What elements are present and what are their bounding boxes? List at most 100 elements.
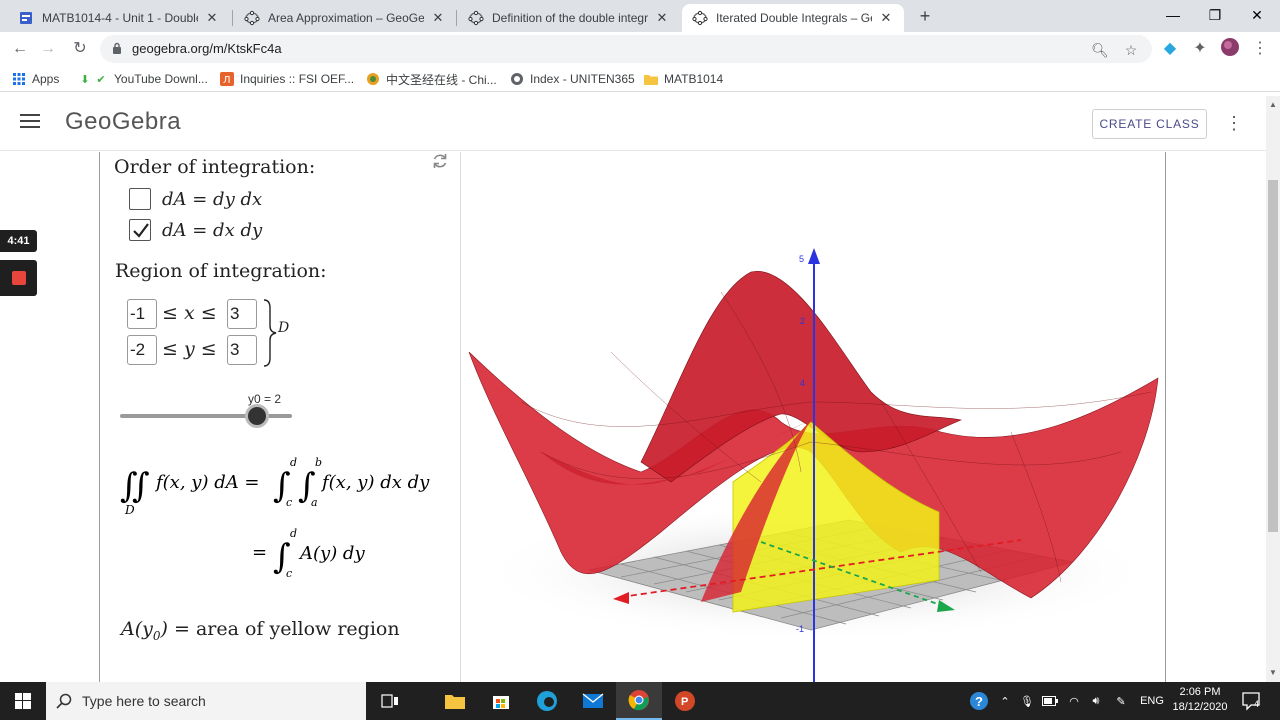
- profile-avatar[interactable]: [1218, 37, 1242, 61]
- tab-title: Iterated Double Integrals – GeoG: [716, 11, 872, 25]
- browser-toolbar: ← → ↻ geogebra.org/m/KtskFc4a 🔍︎ ☆ ◆ ✦ ⋮: [0, 32, 1280, 66]
- z-tick: 4: [800, 378, 805, 388]
- tab-area-approximation[interactable]: Area Approximation – GeoGebra ✕: [234, 4, 456, 32]
- svg-text:?: ?: [975, 694, 983, 709]
- new-tab-button[interactable]: +: [914, 6, 936, 28]
- tab-title: Area Approximation – GeoGebra: [268, 11, 424, 25]
- lock-icon: [113, 42, 121, 54]
- clock-date: 18/12/2020: [1172, 701, 1228, 713]
- create-class-button[interactable]: CREATE CLASS: [1092, 109, 1207, 139]
- store-icon[interactable]: [478, 682, 524, 720]
- checkbox-dydx[interactable]: [129, 188, 151, 210]
- bookmark-chinese-bible[interactable]: 中文圣经在线 - Chi...: [366, 70, 497, 88]
- pen-icon[interactable]: ✎: [1110, 682, 1132, 720]
- help-icon[interactable]: ?: [966, 682, 992, 720]
- y0-slider-track[interactable]: [120, 414, 292, 418]
- stop-icon: [12, 271, 26, 285]
- bible-icon: [366, 72, 380, 86]
- surface-plot[interactable]: 5 2 4 -1: [461, 152, 1166, 682]
- bookmark-label: Apps: [32, 72, 60, 86]
- wifi-icon[interactable]: ◠: [1064, 682, 1084, 720]
- geogebra-logo[interactable]: GeoGebra: [65, 108, 181, 136]
- geogebra-header: GeoGebra CREATE CLASS ⋮: [0, 96, 1266, 151]
- microphone-icon[interactable]: 🎙︎: [1018, 682, 1036, 720]
- task-view-icon[interactable]: [367, 682, 413, 720]
- y-max-input[interactable]: 3: [227, 335, 257, 365]
- hamburger-menu-icon[interactable]: [20, 114, 40, 130]
- edge-icon[interactable]: [524, 682, 570, 720]
- svg-text:P: P: [681, 696, 688, 708]
- geogebra-icon: [468, 10, 484, 26]
- url-text: geogebra.org/m/KtskFc4a: [132, 41, 282, 56]
- close-tab-icon[interactable]: ✕: [430, 10, 446, 26]
- algebra-panel: Order of integration: dA = dy dx dA = dx…: [100, 152, 461, 682]
- slider-label: y0 = 2: [248, 392, 282, 406]
- extensions-puzzle-icon[interactable]: ✦: [1188, 37, 1212, 61]
- scrollbar-thumb[interactable]: [1268, 180, 1278, 532]
- close-tab-icon[interactable]: ✕: [204, 10, 220, 26]
- bookmark-apps[interactable]: Apps: [12, 70, 59, 88]
- y-min-input[interactable]: -2: [127, 335, 157, 365]
- region-heading: Region of integration:: [115, 260, 327, 282]
- volume-icon[interactable]: 🔊︎: [1086, 682, 1106, 720]
- stop-recording-button[interactable]: [0, 260, 37, 296]
- close-tab-icon[interactable]: ✕: [654, 10, 670, 26]
- close-tab-icon[interactable]: ✕: [878, 10, 894, 26]
- svg-text:∫: ∫: [132, 466, 150, 506]
- y0-slider-handle[interactable]: [248, 407, 266, 425]
- svg-text:b: b: [315, 456, 322, 469]
- bookmark-star-icon[interactable]: ☆: [1121, 40, 1141, 60]
- restore-button[interactable]: ❐: [1192, 0, 1238, 30]
- bookmark-youtube-downloader[interactable]: ⬇ ✔ YouTube Downl...: [78, 70, 207, 88]
- tab-matb1014[interactable]: MATB1014-4 - Unit 1 - Double & ✕: [8, 4, 230, 32]
- chrome-icon[interactable]: [616, 682, 662, 720]
- x-min-input[interactable]: -1: [127, 299, 157, 329]
- minimize-button[interactable]: —: [1150, 0, 1196, 30]
- scroll-up-icon[interactable]: ▲: [1266, 98, 1280, 112]
- extension-diamond-icon[interactable]: ◆: [1158, 37, 1182, 61]
- bookmark-matb1014[interactable]: MATB1014: [644, 70, 723, 88]
- tab-title: MATB1014-4 - Unit 1 - Double &: [42, 11, 198, 25]
- notifications-icon[interactable]: 4: [1238, 682, 1266, 720]
- page-scrollbar[interactable]: ▲ ▼: [1266, 96, 1280, 682]
- search-icon: [56, 693, 72, 709]
- area-caption: = area of yellow region: [173, 618, 400, 640]
- tab-iterated-double-integrals[interactable]: Iterated Double Integrals – GeoG ✕: [682, 4, 904, 32]
- option-dxdy-label: dA = dx dy: [162, 220, 263, 241]
- taskbar-search-box[interactable]: Type here to search: [46, 682, 366, 720]
- bookmark-uniten365[interactable]: Index - UNITEN365: [510, 70, 635, 88]
- forward-icon[interactable]: →: [36, 37, 60, 61]
- tab-definition-double-integral[interactable]: Definition of the double integral ✕: [458, 4, 680, 32]
- refresh-icon[interactable]: [431, 152, 449, 170]
- windows-taskbar: Type here to search P ? ⌃ 🎙︎ ◠ 🔊︎ ✎ ENG …: [0, 682, 1280, 720]
- z-axis-arrow: [808, 248, 820, 264]
- recording-timer: 4:41: [0, 230, 37, 252]
- language-indicator[interactable]: ENG: [1138, 682, 1166, 720]
- svg-text:f(x, y) dA =: f(x, y) dA =: [154, 472, 260, 493]
- bookmark-inquiries[interactable]: Л Inquiries :: FSI OEF...: [220, 70, 354, 88]
- z-tick: -1: [796, 624, 804, 634]
- zoom-icon[interactable]: 🔍︎: [1090, 40, 1110, 60]
- start-button[interactable]: [0, 682, 46, 720]
- mail-icon[interactable]: [570, 682, 616, 720]
- tray-chevron-icon[interactable]: ⌃: [996, 682, 1014, 720]
- more-options-icon[interactable]: ⋮: [1224, 112, 1244, 134]
- browser-tab-strip: MATB1014-4 - Unit 1 - Double & ✕ Area Ap…: [0, 0, 1280, 32]
- bookmarks-bar: Apps ⬇ ✔ YouTube Downl... Л Inquiries ::…: [0, 66, 1280, 92]
- reload-icon[interactable]: ↻: [68, 37, 92, 61]
- chrome-menu-icon[interactable]: ⋮: [1248, 37, 1272, 61]
- taskbar-clock[interactable]: 2:06 PM 18/12/2020: [1168, 685, 1232, 715]
- x-max-input[interactable]: 3: [227, 299, 257, 329]
- powerpoint-icon[interactable]: P: [662, 682, 708, 720]
- scroll-down-icon[interactable]: ▼: [1266, 666, 1280, 680]
- address-bar[interactable]: geogebra.org/m/KtskFc4a 🔍︎ ☆: [100, 35, 1152, 63]
- region-brace: [263, 299, 277, 367]
- battery-icon[interactable]: [1040, 682, 1060, 720]
- graphics-3d-view[interactable]: 5 2 4 -1: [461, 152, 1166, 682]
- download-arrow-icon: ⬇: [80, 73, 90, 86]
- close-window-button[interactable]: ✕: [1234, 0, 1280, 30]
- file-explorer-icon[interactable]: [432, 682, 478, 720]
- back-icon[interactable]: ←: [8, 37, 32, 61]
- checkbox-dxdy[interactable]: [129, 219, 151, 241]
- area-caption-row: A(y0) = area of yellow region: [121, 618, 400, 643]
